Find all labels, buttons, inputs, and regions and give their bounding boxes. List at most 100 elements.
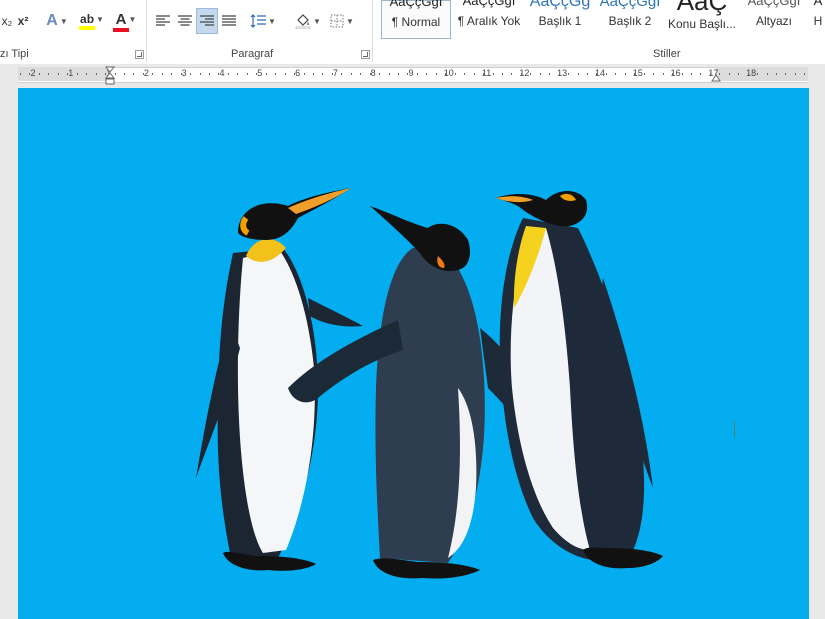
align-center-icon xyxy=(178,15,192,26)
style-heading-2[interactable]: AaÇçĞğİ Başlık 2 xyxy=(595,0,665,39)
style-heading-1[interactable]: AaÇçĞğ Başlık 1 xyxy=(527,0,593,39)
ruler-tick-mark xyxy=(171,73,173,75)
ruler-tick-mark xyxy=(294,73,296,75)
ruler-tick-mark xyxy=(388,73,390,75)
font-group-label: zı Tipi xyxy=(0,48,29,60)
superscript-label: x² xyxy=(17,14,29,28)
ruler-tick-mark xyxy=(142,73,144,75)
ruler-tick-label: 1 xyxy=(68,68,74,78)
ruler-tick-label: 3 xyxy=(181,68,187,78)
penguins-illustration xyxy=(196,188,663,579)
style-subtitle[interactable]: AaÇçĞğİ Altyazı xyxy=(739,0,809,39)
paragraph-dialog-launcher[interactable] xyxy=(361,50,370,59)
ruler-tick-mark xyxy=(672,73,674,75)
font-color-icon: A xyxy=(115,10,127,28)
document-page[interactable] xyxy=(18,88,809,619)
font-dialog-launcher[interactable] xyxy=(135,50,144,59)
ruler-tick-mark xyxy=(785,73,787,75)
style-normal[interactable]: AaÇçĞğİ ¶ Normal xyxy=(381,0,451,39)
ruler-tick-mark xyxy=(738,73,740,75)
ruler-tick-mark xyxy=(369,73,371,75)
ruler-tick-mark xyxy=(284,73,286,75)
right-indent-marker[interactable] xyxy=(711,72,721,82)
chevron-down-icon: ▼ xyxy=(128,14,137,24)
ruler-tick-mark xyxy=(57,73,59,75)
style-name: ¶ Aralık Yok xyxy=(457,14,521,28)
align-center-button[interactable] xyxy=(174,8,196,34)
ruler-tick-mark xyxy=(511,73,513,75)
ruler-tick-mark xyxy=(29,73,31,75)
highlight-button[interactable]: ab ▼ xyxy=(76,8,108,34)
text-effects-icon: A xyxy=(46,12,58,29)
penguin-right xyxy=(496,191,663,569)
ruler-tick-mark xyxy=(568,73,570,75)
style-preview: AaÇçĞğİ xyxy=(747,0,801,8)
ruler-tick-label: 2 xyxy=(30,68,36,78)
align-left-button[interactable] xyxy=(152,8,174,34)
highlight-icon: ab xyxy=(80,12,95,26)
ruler-tick-mark xyxy=(256,73,258,75)
text-cursor xyxy=(734,421,735,437)
font-color-bar xyxy=(113,27,129,32)
ruler-tick-mark xyxy=(634,73,636,75)
style-title[interactable]: AaÇ Konu Başlı... xyxy=(667,0,737,39)
horizontal-ruler[interactable]: 2 1 1 2 3 4 5 6 7 8 9 10 11 12 13 14 15 16 17 18 xyxy=(0,64,825,86)
line-spacing-button[interactable]: ▼ xyxy=(248,8,278,34)
ruler-tick-mark xyxy=(605,73,607,75)
ruler-tick-mark xyxy=(265,73,267,75)
ruler-tick-mark xyxy=(445,73,447,75)
paragraph-group-label: Paragraf xyxy=(231,48,274,60)
ruler-tick-label: 9 xyxy=(408,68,414,78)
text-effects-button[interactable]: A ▼ xyxy=(42,8,72,34)
align-right-button[interactable] xyxy=(196,8,218,34)
chevron-down-icon: ▼ xyxy=(268,16,276,26)
style-more[interactable]: A H xyxy=(811,0,825,39)
penguins-image[interactable] xyxy=(18,88,809,619)
style-no-spacing[interactable]: AaÇçĞğİ ¶ Aralık Yok xyxy=(453,0,525,39)
ruler-tick-mark xyxy=(728,73,730,75)
ruler-tick-mark xyxy=(747,73,749,75)
ruler-tick-mark xyxy=(558,73,560,75)
chevron-down-icon: ▼ xyxy=(313,16,321,26)
ruler-tick-mark xyxy=(520,73,522,75)
style-preview: AaÇçĞğİ xyxy=(389,0,443,9)
ruler-tick-mark xyxy=(653,73,655,75)
style-preview: AaÇ xyxy=(676,0,728,16)
ruler-tick-mark xyxy=(275,73,277,75)
ruler-tick-mark xyxy=(303,73,305,75)
ruler-tick-mark xyxy=(209,73,210,75)
style-name: Altyazı xyxy=(755,14,792,28)
group-separator xyxy=(372,0,373,62)
shading-button[interactable]: ▼ xyxy=(292,8,324,34)
superscript-button[interactable]: x² xyxy=(14,8,32,34)
subscript-button[interactable]: x₂ xyxy=(0,8,14,34)
ruler-tick-mark xyxy=(322,73,324,75)
ruler-tick-mark xyxy=(48,73,50,75)
style-preview: A xyxy=(813,0,823,8)
ruler-tick-label: 7 xyxy=(332,68,338,78)
first-line-indent-marker[interactable] xyxy=(105,66,115,86)
font-color-button[interactable]: A ▼ xyxy=(110,8,142,34)
ruler-tick-mark xyxy=(501,73,503,75)
borders-button[interactable]: ▼ xyxy=(326,8,358,34)
ruler-tick-mark xyxy=(152,73,154,75)
ruler-tick-mark xyxy=(86,73,88,75)
ruler-tick-mark xyxy=(95,73,97,75)
ruler-tick-label: 5 xyxy=(257,68,263,78)
justify-button[interactable] xyxy=(218,8,240,34)
ruler-tick-mark xyxy=(681,73,683,75)
ruler-tick-mark xyxy=(360,73,362,75)
style-preview: AaÇçĞğİ xyxy=(462,0,516,8)
ruler-tick-mark xyxy=(804,73,806,75)
ruler-tick-mark xyxy=(587,73,588,75)
ruler-tick-mark xyxy=(483,73,485,75)
chevron-down-icon: ▼ xyxy=(96,14,104,24)
highlight-color-bar xyxy=(79,26,95,30)
styles-group-label: Stiller xyxy=(653,48,681,60)
ruler-tick-mark xyxy=(549,73,551,75)
ruler-tick-mark xyxy=(416,73,418,75)
subscript-label: x₂ xyxy=(1,14,13,28)
ruler-tick-mark xyxy=(577,73,579,75)
ruler-tick-label: 6 xyxy=(295,68,301,78)
ruler-tick-mark xyxy=(379,73,381,75)
